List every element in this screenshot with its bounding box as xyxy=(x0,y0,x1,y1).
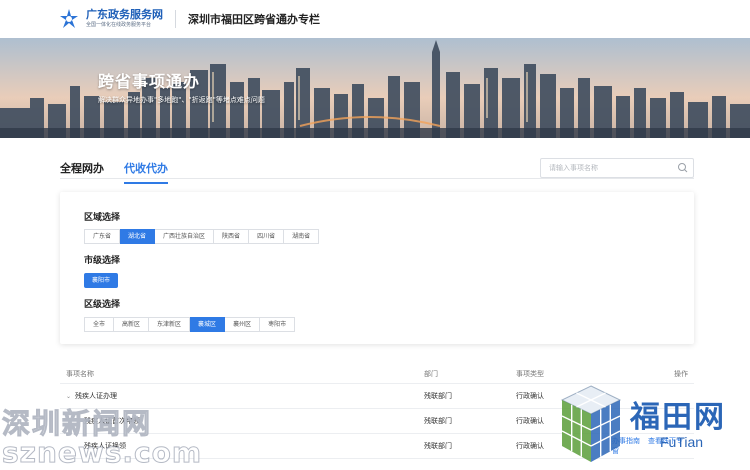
region-label: 区域选择 xyxy=(84,213,121,223)
service-tabs: 全程网办 代收代办 xyxy=(60,160,188,184)
tabs-divider xyxy=(60,178,694,179)
banner-subtitle: 解决群众异地办事"多地跑"、"折返跑"等堵点难点问题 xyxy=(98,96,265,104)
item-type: 行政确认 xyxy=(516,417,544,425)
site-title: 深圳市福田区跨省通办专栏 xyxy=(188,13,320,26)
district-options: 全市 高新区 东津新区 襄城区 襄州区 枣阳市 xyxy=(84,317,296,332)
district-option[interactable]: 襄城区 xyxy=(190,317,226,332)
region-option[interactable]: 广东省 xyxy=(84,229,121,244)
search-box xyxy=(540,158,694,178)
page: 广东政务服务网 全国一体化在线政务服务平台 深圳市福田区跨省通办专栏 跨省事项通… xyxy=(0,0,750,470)
tab-full-online[interactable]: 全程网办 xyxy=(60,160,104,184)
district-label: 区级选择 xyxy=(84,300,121,310)
item-type: 行政确认 xyxy=(516,392,544,400)
col-header-type: 事项类型 xyxy=(516,369,544,378)
region-option[interactable]: 陕西省 xyxy=(214,229,250,244)
service-table: 事项名称 部门 事项类型 操作 ⌄ 残疾人证办理 残联部门 行政确认 残疾人证首次… xyxy=(60,364,694,459)
district-option[interactable]: 全市 xyxy=(84,317,115,332)
chevron-down-icon[interactable]: ⌄ xyxy=(66,393,71,400)
filter-panel: 区域选择 广东省 湖北省 广西壮族自治区 陕西省 四川省 湖南省 市级选择 襄阳… xyxy=(60,192,694,344)
city-options: 襄阳市 xyxy=(84,273,119,288)
header-divider xyxy=(175,10,176,28)
city-label: 市级选择 xyxy=(84,256,121,266)
table-row[interactable]: 残疾人证首次申领 残联部门 行政确认 xyxy=(60,409,694,434)
col-header-name: 事项名称 xyxy=(66,369,94,378)
region-options: 广东省 湖北省 广西壮族自治区 陕西省 四川省 湖南省 xyxy=(84,229,320,244)
top-header: 广东政务服务网 全国一体化在线政务服务平台 深圳市福田区跨省通办专栏 xyxy=(0,0,750,38)
region-option[interactable]: 广西壮族自治区 xyxy=(155,229,215,244)
region-option[interactable]: 四川省 xyxy=(249,229,285,244)
item-type: 行政确认 xyxy=(516,442,544,450)
table-row[interactable]: ⌄ 残疾人证办理 残联部门 行政确认 xyxy=(60,384,694,409)
district-option[interactable]: 枣阳市 xyxy=(260,317,296,332)
site-logo[interactable]: 广东政务服务网 全国一体化在线政务服务平台 xyxy=(58,8,163,30)
banner-title: 跨省事项通办 xyxy=(98,72,201,91)
logo-subtitle: 全国一体化在线政务服务平台 xyxy=(86,22,152,28)
district-option[interactable]: 襄州区 xyxy=(225,317,261,332)
tab-proxy-service[interactable]: 代收代办 xyxy=(124,160,168,184)
region-option[interactable]: 湖北省 xyxy=(120,229,156,244)
col-header-action: 操作 xyxy=(674,369,688,378)
item-name: 残疾人证办理 xyxy=(75,392,118,400)
district-option[interactable]: 高新区 xyxy=(114,317,150,332)
item-dept: 残联部门 xyxy=(424,417,452,425)
table-header: 事项名称 部门 事项类型 操作 xyxy=(60,364,694,384)
col-header-dept: 部门 xyxy=(424,369,438,378)
region-option[interactable]: 湖南省 xyxy=(284,229,320,244)
item-name: 残疾人证换领 xyxy=(84,442,126,450)
district-option[interactable]: 东津新区 xyxy=(149,317,191,332)
search-input[interactable] xyxy=(541,159,675,177)
guide-link[interactable]: 办事指南 xyxy=(612,437,640,445)
item-dept: 残联部门 xyxy=(424,442,452,450)
logo-title: 广东政务服务网 xyxy=(86,8,163,21)
item-name: 残疾人证首次申领 xyxy=(84,417,140,425)
table-row[interactable]: 残疾人证换领 残联部门 行政确认 办事指南 查看线下专窗 xyxy=(60,434,694,459)
guangdong-logo-icon xyxy=(60,9,78,28)
hero-banner: 跨省事项通办 解决群众异地办事"多地跑"、"折返跑"等堵点难点问题 xyxy=(0,38,750,138)
item-actions: 办事指南 查看线下专窗 xyxy=(612,436,694,456)
item-dept: 残联部门 xyxy=(424,392,452,400)
search-icon[interactable] xyxy=(675,160,691,176)
city-option[interactable]: 襄阳市 xyxy=(84,273,119,288)
